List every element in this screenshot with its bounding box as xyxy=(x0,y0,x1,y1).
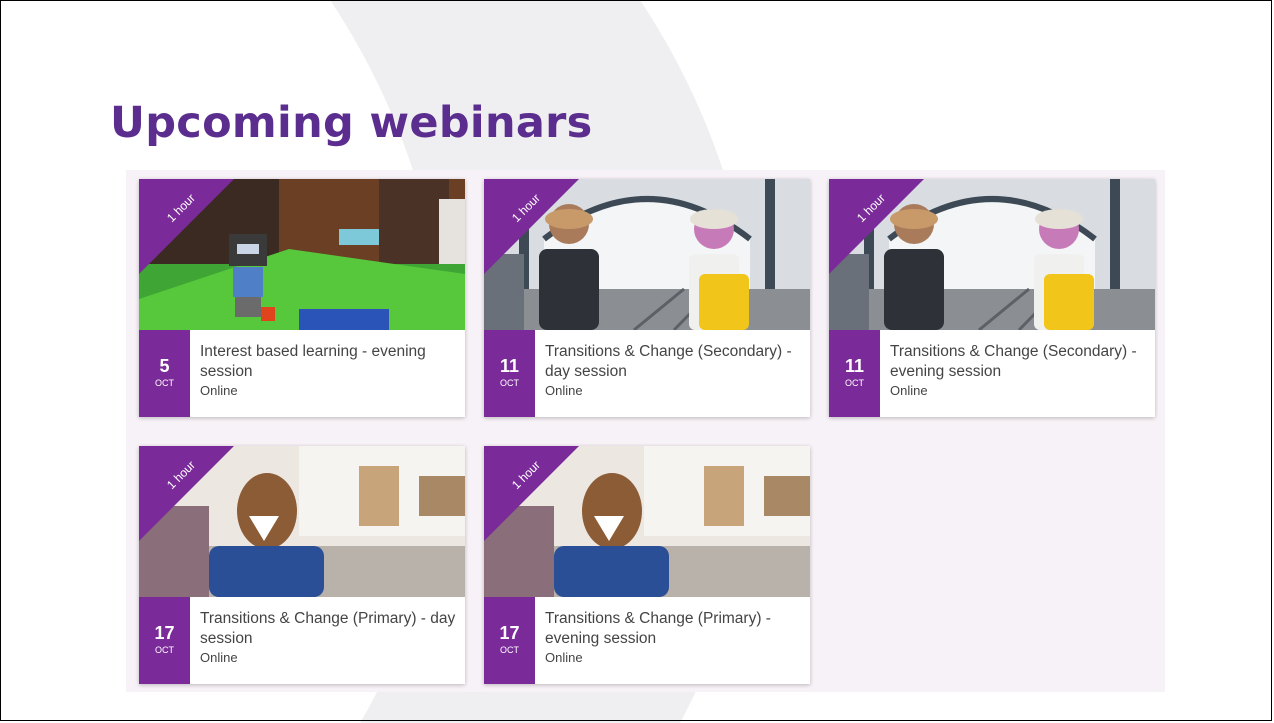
webinar-card[interactable]: 1 hour 11 OCT Transitions & Change (Seco… xyxy=(484,179,810,417)
date-month: OCT xyxy=(155,645,174,655)
date-day: 11 xyxy=(844,356,865,376)
date-day: 17 xyxy=(154,623,175,643)
webinar-title[interactable]: Interest based learning - evening sessio… xyxy=(200,342,458,382)
date-day: 11 xyxy=(499,356,520,376)
webinar-card[interactable]: 1 hour 17 OCT Transitions & Change (Prim… xyxy=(484,446,810,684)
date-month: OCT xyxy=(500,645,519,655)
webinar-info: Transitions & Change (Primary) - evening… xyxy=(545,609,803,665)
webinar-card[interactable]: 1 hour 5 OCT Interest based learning - e… xyxy=(139,179,465,417)
webinar-location: Online xyxy=(545,383,583,398)
webinar-card[interactable]: 1 hour 11 OCT Transitions & Change (Seco… xyxy=(829,179,1155,417)
webinar-card[interactable]: 1 hour 17 OCT Transitions & Change (Prim… xyxy=(139,446,465,684)
webinar-info: Interest based learning - evening sessio… xyxy=(200,342,458,398)
webinar-info: Transitions & Change (Secondary) - eveni… xyxy=(890,342,1148,398)
webinar-info: Transitions & Change (Secondary) - day s… xyxy=(545,342,803,398)
webinar-title[interactable]: Transitions & Change (Secondary) - eveni… xyxy=(890,342,1148,382)
webinar-title[interactable]: Transitions & Change (Primary) - day ses… xyxy=(200,609,458,649)
webinar-location: Online xyxy=(545,650,583,665)
date-badge: 11 OCT xyxy=(484,330,535,417)
date-badge: 5 OCT xyxy=(139,330,190,417)
webinar-info: Transitions & Change (Primary) - day ses… xyxy=(200,609,458,665)
date-day: 17 xyxy=(499,623,520,643)
date-month: OCT xyxy=(500,378,519,388)
date-month: OCT xyxy=(845,378,864,388)
webinar-location: Online xyxy=(200,383,238,398)
webinar-title[interactable]: Transitions & Change (Secondary) - day s… xyxy=(545,342,803,382)
webinar-list-panel: 1 hour 5 OCT Interest based learning - e… xyxy=(126,170,1165,692)
date-badge: 17 OCT xyxy=(484,597,535,684)
date-month: OCT xyxy=(155,378,174,388)
date-day: 5 xyxy=(159,356,170,376)
webinar-title[interactable]: Transitions & Change (Primary) - evening… xyxy=(545,609,803,649)
date-badge: 11 OCT xyxy=(829,330,880,417)
webinar-location: Online xyxy=(890,383,928,398)
page-title: Upcoming webinars xyxy=(110,98,593,148)
date-badge: 17 OCT xyxy=(139,597,190,684)
webinar-location: Online xyxy=(200,650,238,665)
